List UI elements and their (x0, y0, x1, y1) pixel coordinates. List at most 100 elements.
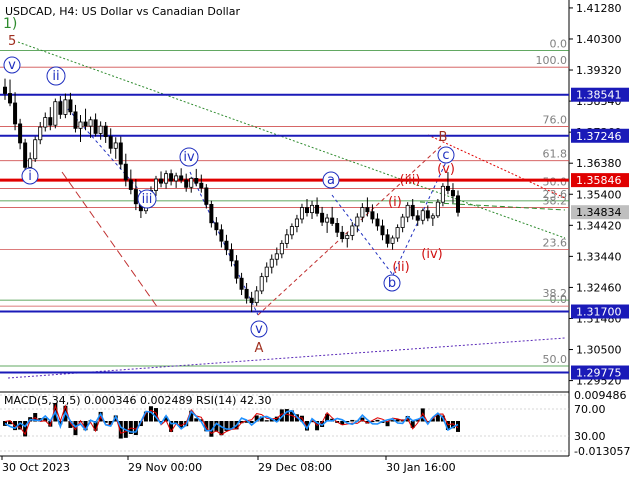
candle-body (320, 212, 325, 223)
candle-body (450, 190, 455, 197)
candle-body (194, 178, 199, 184)
candle-body (184, 179, 189, 188)
price-tick-label: 1.35400 (576, 188, 622, 201)
wave-label-v-red: (v) (437, 162, 455, 177)
candle-body (204, 187, 209, 205)
candle-body (83, 121, 88, 127)
candle-body (415, 215, 420, 221)
candle-body (33, 139, 38, 160)
candle-body (430, 215, 435, 219)
candle-body (400, 216, 405, 228)
candle-body (179, 175, 184, 181)
fib-level-label: 50.0 (543, 176, 568, 189)
time-tick-label: 30 Oct 2023 (2, 461, 70, 474)
wave-label-i-red: (i) (388, 195, 402, 210)
price-tick-label: 1.30500 (576, 344, 622, 357)
chart-header: USDCAD, H4: US Dollar vs Canadian Dollar (5, 5, 240, 18)
candle-body (118, 142, 123, 165)
candle-body (325, 217, 330, 223)
candle-body (259, 276, 264, 292)
wave-label-A: A (255, 341, 264, 356)
candle-body (224, 240, 229, 251)
candle-body (123, 163, 128, 181)
key-level-label: 1.34834 (576, 206, 622, 219)
indicator-level-label: 0.009486 (574, 389, 627, 402)
macd-bar (350, 419, 355, 422)
header-description: US Dollar vs Canadian Dollar (82, 5, 241, 18)
fib-level-label: 76.0 (543, 113, 568, 126)
candle-body (28, 158, 33, 168)
candle-body (264, 266, 269, 278)
fib-level-label: 23.6 (543, 236, 568, 249)
candle-body (315, 204, 320, 214)
wave-label-iii-red: (iii) (400, 173, 421, 188)
candle-body (420, 210, 425, 221)
candle-body (63, 99, 68, 115)
candle-body (13, 102, 18, 125)
header-timeframe: H4 (59, 5, 74, 18)
candle-body (249, 297, 254, 304)
candle-body (440, 185, 445, 203)
time-tick-label: 29 Nov 00:00 (128, 461, 202, 474)
candle-body (239, 277, 244, 290)
fib-level-label: 0.0 (550, 293, 568, 306)
candle-body (335, 223, 340, 233)
candle-body (214, 222, 219, 231)
macd-bar (375, 419, 380, 422)
candle-body (78, 121, 83, 129)
fib-level-label: 0.0 (550, 37, 568, 50)
wave-label-iv: iv (183, 150, 195, 165)
candle-body (310, 204, 315, 214)
candle-body (455, 195, 460, 213)
wave-label-i: i (28, 169, 32, 184)
candle-body (405, 204, 410, 218)
candle-body (53, 101, 58, 126)
candle-body (88, 119, 93, 127)
candle-body (199, 182, 204, 189)
candle-body (93, 119, 98, 134)
time-tick-label: 29 Dec 08:00 (258, 461, 332, 474)
indicator-level-label: -0.013057 (574, 445, 630, 458)
candle-body (410, 204, 415, 217)
candle-body (435, 201, 440, 217)
candle-body (279, 242, 284, 255)
price-tick-label: 1.40300 (576, 33, 622, 46)
wave-label-c: c (442, 148, 449, 163)
key-level-label: 1.35846 (576, 174, 622, 187)
candle-body (284, 234, 289, 244)
candle-body (289, 226, 294, 236)
time-tick-label: 30 Jan 16:00 (386, 461, 456, 474)
price-tick-label: 1.39320 (576, 64, 622, 77)
candle-body (8, 93, 13, 104)
wave-label-a: a (327, 173, 335, 188)
candle-body (345, 235, 350, 240)
candle-body (3, 86, 8, 94)
indicator-level-label: 30.00 (574, 430, 606, 443)
candle-body (269, 258, 274, 268)
candle-body (43, 117, 48, 128)
macd-bar (264, 420, 269, 422)
candle-body (350, 225, 355, 236)
candle-body (360, 207, 365, 218)
candle-body (219, 229, 224, 242)
candle-body (355, 216, 360, 227)
candle-body (68, 99, 73, 113)
candle-body (174, 175, 179, 182)
candle-body (375, 218, 380, 227)
price-chart: 1.412801.403001.393201.383401.373601.363… (0, 0, 640, 480)
candle-body (108, 136, 113, 149)
candle-body (229, 249, 234, 262)
candle-body (48, 117, 53, 126)
candle-body (370, 211, 375, 220)
candle-body (98, 125, 103, 134)
candle-body (103, 125, 108, 137)
price-tick-label: 1.33440 (576, 250, 622, 263)
wave-label-ii-red: (ii) (392, 260, 409, 275)
indicator-label: MACD(5,34,5) 0.000346 0.002489 RSI(14) 4… (4, 394, 271, 407)
fib-level-label: 50.0 (543, 353, 568, 366)
candle-body (169, 173, 174, 182)
wave-label-b: b (388, 276, 396, 291)
key-level-label: 1.38541 (576, 89, 622, 102)
candle-body (304, 207, 309, 214)
wave-label-iii: iii (142, 192, 153, 207)
